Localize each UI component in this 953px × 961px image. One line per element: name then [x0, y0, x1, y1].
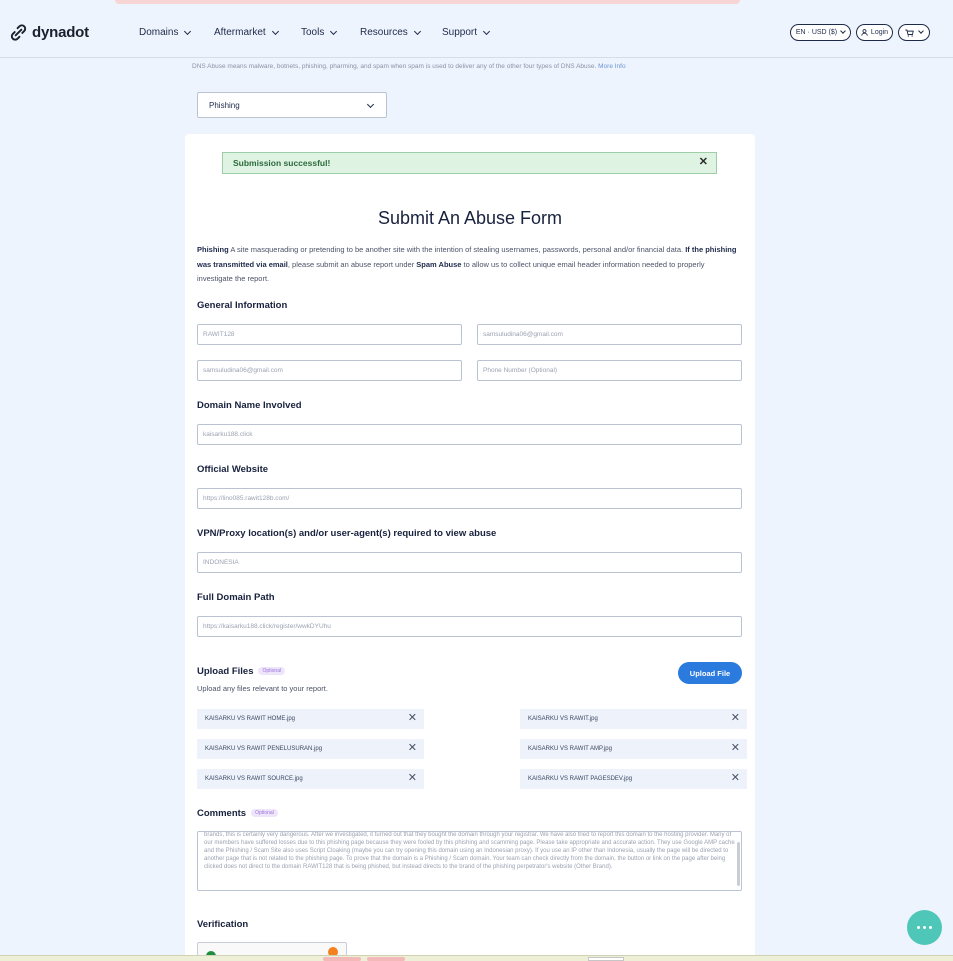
- upload-subtitle: Upload any files relevant to your report…: [197, 684, 328, 693]
- vpn-heading: VPN/Proxy location(s) and/or user-agent(…: [197, 528, 497, 539]
- nav-label: Tools: [301, 27, 325, 38]
- desc-text: , please submit an abuse report under: [287, 259, 417, 269]
- optional-badge: Optional: [258, 667, 286, 676]
- close-icon[interactable]: ✕: [731, 742, 740, 755]
- comments-heading-text: Comments: [197, 808, 247, 819]
- abuse-type-value: Phishing: [209, 100, 240, 110]
- chevron-down-icon: [482, 27, 491, 35]
- upload-file-button[interactable]: Upload File: [678, 662, 742, 684]
- email-field[interactable]: samsuludina06@gmail.com: [477, 324, 742, 345]
- alert-message: Submission successful!: [233, 158, 331, 168]
- dot: [923, 926, 926, 929]
- bottom-tab[interactable]: [323, 957, 361, 961]
- abuse-type-select[interactable]: Phishing: [197, 92, 387, 118]
- file-name: KAISARKU VS RAWIT.jpg: [528, 716, 598, 722]
- uploaded-file: KAISARKU VS RAWIT PENELUSURAN.jpg ✕: [197, 739, 424, 759]
- form-description: Phishing A site masquerading or pretendi…: [197, 243, 742, 287]
- nav-label: Support: [442, 27, 478, 38]
- vpn-field[interactable]: INDONESIA: [197, 552, 742, 573]
- comments-textarea[interactable]: brands, this is certainly very dangerous…: [197, 831, 742, 891]
- optional-badge: Optional: [251, 809, 278, 818]
- email-confirm-field[interactable]: samsuludina06@gmail.com: [197, 360, 462, 381]
- uploaded-file: KAISARKU VS RAWIT.jpg ✕: [520, 709, 747, 729]
- nav-tools[interactable]: Tools: [301, 27, 338, 38]
- form-title: Submit An Abuse Form: [377, 208, 563, 228]
- uploaded-file: KAISARKU VS RAWIT SOURCE.jpg ✕: [197, 769, 424, 789]
- currency-selector[interactable]: EN · USD ($): [790, 24, 851, 41]
- desc-text: A site masquerading or pretending to be …: [228, 245, 686, 254]
- website-field[interactable]: https://lino085.rawit128b.com/: [197, 488, 742, 509]
- chevron-down-icon: [184, 27, 192, 35]
- currency-label: EN · USD ($): [795, 29, 838, 36]
- chevron-down-icon: [271, 27, 279, 35]
- dot: [929, 926, 932, 929]
- nav-label: Resources: [360, 27, 408, 38]
- website-heading: Official Website: [197, 464, 269, 475]
- success-alert: Submission successful! ✕: [222, 152, 717, 174]
- comments-text: brands, this is certainly very dangerous…: [204, 832, 735, 871]
- note-text: DNS Abuse means malware, botnets, phishi…: [192, 63, 597, 70]
- verification-heading: Verification: [197, 919, 249, 930]
- file-name: KAISARKU VS RAWIT PENELUSURAN.jpg: [205, 746, 323, 752]
- close-icon[interactable]: ✕: [408, 712, 417, 725]
- chevron-down-icon: [840, 28, 846, 34]
- chevron-down-icon: [366, 100, 375, 109]
- name-field[interactable]: RAWIT128: [197, 324, 462, 345]
- uploaded-file: KAISARKU VS RAWIT HOME.jpg ✕: [197, 709, 424, 729]
- domain-field[interactable]: kaisarku188.click: [197, 424, 742, 445]
- dot: [917, 926, 920, 929]
- link-logo-icon: [10, 24, 27, 41]
- chat-bubble-icon[interactable]: [907, 910, 942, 945]
- brand-name: dynadot: [32, 24, 89, 41]
- nav-domains[interactable]: Domains: [139, 27, 192, 38]
- user-icon: [861, 29, 868, 36]
- login-label: Login: [870, 29, 889, 36]
- file-name: KAISARKU VS RAWIT SOURCE.jpg: [205, 776, 303, 782]
- file-name: KAISARKU VS RAWIT AMP.jpg: [528, 746, 612, 752]
- close-icon[interactable]: ✕: [408, 772, 417, 785]
- file-name: KAISARKU VS RAWIT PAGESDEV.jpg: [528, 776, 633, 782]
- cart-button[interactable]: [898, 24, 930, 41]
- nav-aftermarket[interactable]: Aftermarket: [214, 27, 279, 38]
- chevron-down-icon: [330, 27, 338, 35]
- path-field[interactable]: https://kaisarku188.click/register/wwkDY…: [197, 616, 742, 637]
- bottom-tab[interactable]: [367, 957, 405, 961]
- general-info-heading: General Information: [197, 300, 288, 311]
- login-button[interactable]: Login: [856, 24, 893, 41]
- close-icon[interactable]: ✕: [408, 742, 417, 755]
- textarea-scrollbar[interactable]: [737, 842, 740, 886]
- chevron-down-icon: [413, 27, 421, 35]
- comments-heading: Comments Optional: [197, 808, 278, 819]
- path-heading: Full Domain Path: [197, 592, 275, 603]
- uploaded-file: KAISARKU VS RAWIT AMP.jpg ✕: [520, 739, 747, 759]
- cart-icon: [905, 29, 914, 37]
- file-name: KAISARKU VS RAWIT HOME.jpg: [205, 716, 296, 722]
- phone-field[interactable]: Phone Number (Optional): [477, 360, 742, 381]
- close-icon[interactable]: ✕: [731, 772, 740, 785]
- upload-heading-text: Upload Files: [197, 666, 254, 677]
- brand-logo[interactable]: dynadot: [9, 23, 89, 42]
- nav-resources[interactable]: Resources: [360, 27, 421, 38]
- nav-label: Domains: [139, 27, 179, 38]
- close-icon[interactable]: ✕: [731, 712, 740, 725]
- desc-term: Phishing: [197, 245, 229, 254]
- top-navbar: dynadot Domains Aftermarket Tools Resour…: [0, 4, 953, 58]
- close-icon[interactable]: ✕: [699, 155, 708, 168]
- bottom-tab[interactable]: [588, 957, 624, 961]
- nav-support[interactable]: Support: [442, 27, 491, 38]
- chevron-down-icon: [918, 28, 924, 34]
- upload-heading: Upload Files Optional: [197, 666, 286, 677]
- uploaded-file: KAISARKU VS RAWIT PAGESDEV.jpg ✕: [520, 769, 747, 789]
- bottom-bar: [0, 955, 953, 961]
- desc-bold: Spam Abuse: [416, 259, 462, 269]
- nav-label: Aftermarket: [214, 27, 266, 38]
- dns-abuse-note: DNS Abuse means malware, botnets, phishi…: [192, 63, 626, 70]
- more-info-link[interactable]: More Info: [598, 63, 625, 70]
- domain-heading: Domain Name Involved: [197, 400, 302, 411]
